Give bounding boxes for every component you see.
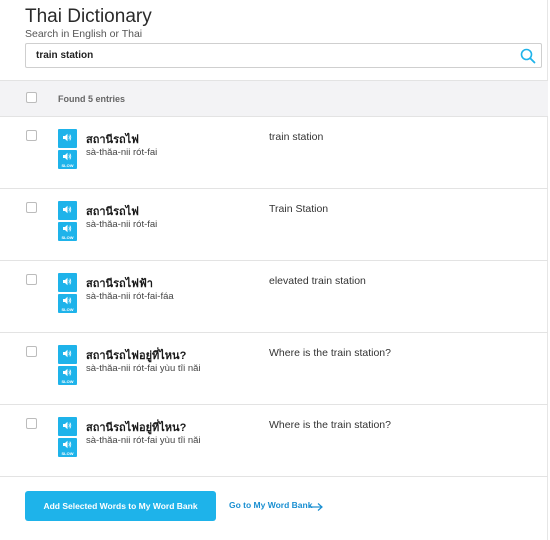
thai-word: สถานีรถไฟ <box>86 206 139 218</box>
add-to-word-bank-button[interactable]: Add Selected Words to My Word Bank <box>25 491 216 521</box>
play-audio-button[interactable] <box>58 273 77 292</box>
thai-word: สถานีรถไฟอยู่ที่ไหน? <box>86 422 187 434</box>
slow-label: SLOW <box>61 307 74 312</box>
result-row: SLOW สถานีรถไฟ sà-thăa-nii rót-fai Train St… <box>0 189 548 261</box>
result-row: SLOW สถานีรถไฟอยู่ที่ไหน? sà-thăa-nii rót-… <box>0 333 548 405</box>
thai-word: สถานีรถไฟอยู่ที่ไหน? <box>86 350 187 362</box>
slow-label: SLOW <box>61 379 74 384</box>
english-meaning: Train Station <box>269 203 329 215</box>
row-select-checkbox[interactable] <box>26 274 37 285</box>
transliteration: sà-thăa-nii rót-fai-fáa <box>86 291 174 302</box>
slow-label: SLOW <box>61 163 74 168</box>
result-row: SLOW สถานีรถไฟฟ้า sà-thăa-nii rót-fai-fáa e… <box>0 261 548 333</box>
transliteration: sà-thăa-nii rót-fai <box>86 147 158 158</box>
transliteration: sà-thăa-nii rót-fai yùu tîi năi <box>86 363 201 374</box>
play-audio-button[interactable] <box>58 129 77 148</box>
play-audio-slow-button[interactable]: SLOW <box>58 150 77 169</box>
page-subtitle: Search in English or Thai <box>25 28 143 40</box>
play-audio-slow-button[interactable]: SLOW <box>58 222 77 241</box>
search-input[interactable] <box>36 44 506 67</box>
transliteration: sà-thăa-nii rót-fai yùu tîi năi <box>86 435 201 446</box>
dictionary-panel: Thai Dictionary Search in English or Tha… <box>0 0 548 540</box>
english-meaning: Where is the train station? <box>269 347 391 359</box>
english-meaning: train station <box>269 131 324 143</box>
slow-label: SLOW <box>61 451 74 456</box>
row-select-checkbox[interactable] <box>26 346 37 357</box>
search-box <box>25 43 542 68</box>
select-all-checkbox[interactable] <box>26 92 37 103</box>
row-select-checkbox[interactable] <box>26 202 37 213</box>
play-audio-button[interactable] <box>58 345 77 364</box>
result-row: SLOW สถานีรถไฟ sà-thăa-nii rót-fai train st… <box>0 117 548 189</box>
search-icon[interactable] <box>519 47 537 65</box>
arrow-right-icon[interactable] <box>308 499 324 517</box>
result-row: SLOW สถานีรถไฟอยู่ที่ไหน? sà-thăa-nii rót-… <box>0 405 548 477</box>
slow-label: SLOW <box>61 235 74 240</box>
english-meaning: elevated train station <box>269 275 366 287</box>
play-audio-button[interactable] <box>58 417 77 436</box>
header: Thai Dictionary Search in English or Tha… <box>25 6 152 40</box>
english-meaning: Where is the train station? <box>269 419 391 431</box>
play-audio-slow-button[interactable]: SLOW <box>58 438 77 457</box>
transliteration: sà-thăa-nii rót-fai <box>86 219 158 230</box>
results-count: Found 5 entries <box>58 94 126 104</box>
row-select-checkbox[interactable] <box>26 418 37 429</box>
play-audio-slow-button[interactable]: SLOW <box>58 366 77 385</box>
row-select-checkbox[interactable] <box>26 130 37 141</box>
go-to-word-bank-link[interactable]: Go to My Word Bank <box>229 500 312 510</box>
thai-word: สถานีรถไฟ <box>86 134 139 146</box>
page-title: Thai Dictionary <box>25 6 152 27</box>
thai-word: สถานีรถไฟฟ้า <box>86 278 153 290</box>
play-audio-slow-button[interactable]: SLOW <box>58 294 77 313</box>
results-header: Found 5 entries <box>0 80 548 117</box>
play-audio-button[interactable] <box>58 201 77 220</box>
